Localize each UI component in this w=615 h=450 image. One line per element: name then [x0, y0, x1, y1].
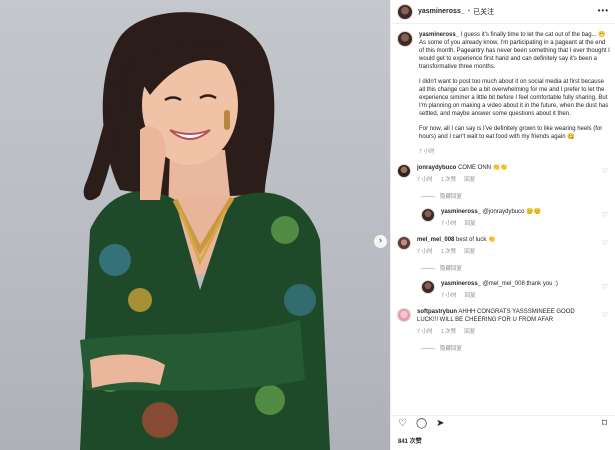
comment-username[interactable]: jonraydybuco	[417, 165, 456, 171]
comment-username[interactable]: yasmineross_	[441, 281, 481, 287]
more-icon[interactable]: •••	[598, 6, 609, 15]
action-bar: ♡ ◯ ➤ ⌑	[391, 415, 615, 431]
comment-text: COME ONN 👏👏	[458, 165, 508, 171]
caption-time: 7 小时	[419, 149, 435, 155]
comment-time: 7 小时	[441, 221, 457, 227]
heart-icon[interactable]: ♡	[602, 167, 608, 175]
comment-likes[interactable]: 1 次赞	[441, 248, 457, 256]
post-side-panel: yasmineross_ • 已关注 ••• yasmineross_ I gu…	[390, 0, 615, 450]
hide-replies-label[interactable]: 隐藏回复	[440, 264, 462, 272]
comment-time: 7 小时	[417, 329, 433, 335]
avatar[interactable]	[421, 208, 435, 222]
comment-item: jonraydybuco COME ONN 👏👏 7 小时 1 次赞 回复 ♡	[391, 164, 615, 184]
reply-button[interactable]: 回复	[465, 292, 476, 300]
heart-icon[interactable]: ♡	[398, 418, 407, 429]
comment-username[interactable]: yasmineross_	[441, 209, 481, 215]
reply-item: yasmineross_ @jonraydybuco 😊😊 7 小时 回复 ♡	[391, 208, 615, 228]
comment-item: softpastrybun AHHH CONGRATS YASSSMINEEE …	[391, 308, 615, 336]
caption-text-3: For now, all I can say is I've definitel…	[419, 126, 603, 140]
comment-time: 7 小时	[441, 293, 457, 299]
comment-icon[interactable]: ◯	[416, 418, 427, 429]
comment-likes[interactable]: 1 次赞	[441, 176, 457, 184]
comment-time: 7 小时	[417, 177, 433, 183]
comment-time: 7 小时	[417, 249, 433, 255]
reply-button[interactable]: 回复	[464, 248, 475, 256]
next-image-button[interactable]: ›	[374, 235, 387, 248]
hide-replies-button[interactable]: 隐藏回复	[391, 264, 615, 272]
post-image: ›	[0, 0, 390, 450]
reply-button[interactable]: 回复	[465, 220, 476, 228]
post-header: yasmineross_ • 已关注 •••	[391, 0, 615, 24]
comment-username[interactable]: softpastrybun	[417, 309, 457, 315]
comment-username[interactable]: mel_mel_008	[417, 237, 454, 243]
portrait-illustration	[80, 12, 330, 450]
comment-item: mel_mel_008 best of luck 👏 7 小时 1 次赞 回复 …	[391, 236, 615, 256]
reply-button[interactable]: 回复	[464, 176, 475, 184]
comments-scroll[interactable]: yasmineross_ I guess it's finally time t…	[391, 25, 615, 403]
bookmark-icon[interactable]: ⌑	[602, 418, 607, 429]
hide-replies-button[interactable]: 隐藏回复	[391, 344, 615, 352]
heart-icon[interactable]: ♡	[602, 311, 608, 319]
heart-icon[interactable]: ♡	[602, 211, 608, 219]
post-caption: yasmineross_ I guess it's finally time t…	[391, 25, 615, 156]
comment-text: best of luck 👏	[456, 237, 496, 243]
avatar[interactable]	[397, 3, 413, 20]
header-username[interactable]: yasmineross_	[418, 8, 465, 15]
caption-username[interactable]: yasmineross_	[419, 32, 459, 38]
separator: •	[467, 8, 471, 15]
follow-status-button[interactable]: 已关注	[473, 7, 494, 17]
likes-count[interactable]: 841 次赞	[398, 436, 422, 445]
avatar[interactable]	[397, 236, 411, 250]
comment-text: @jonraydybuco 😊😊	[482, 209, 542, 215]
heart-icon[interactable]: ♡	[602, 239, 608, 247]
avatar[interactable]	[397, 31, 413, 47]
avatar[interactable]	[397, 308, 411, 322]
reply-item: yasmineross_ @mel_mel_008 thank you :) 7…	[391, 280, 615, 300]
avatar[interactable]	[397, 164, 411, 178]
reply-button[interactable]: 回复	[464, 328, 475, 336]
caption-text-2: I didn't want to post too much about it …	[419, 79, 609, 117]
avatar[interactable]	[421, 280, 435, 294]
hide-replies-button[interactable]: 隐藏回复	[391, 192, 615, 200]
comment-likes[interactable]: 1 次赞	[441, 328, 457, 336]
share-icon[interactable]: ➤	[436, 418, 444, 429]
comment-text: @mel_mel_008 thank you :)	[482, 281, 558, 287]
hide-replies-label[interactable]: 隐藏回复	[440, 344, 462, 352]
heart-icon[interactable]: ♡	[602, 283, 608, 291]
hide-replies-label[interactable]: 隐藏回复	[440, 192, 462, 200]
